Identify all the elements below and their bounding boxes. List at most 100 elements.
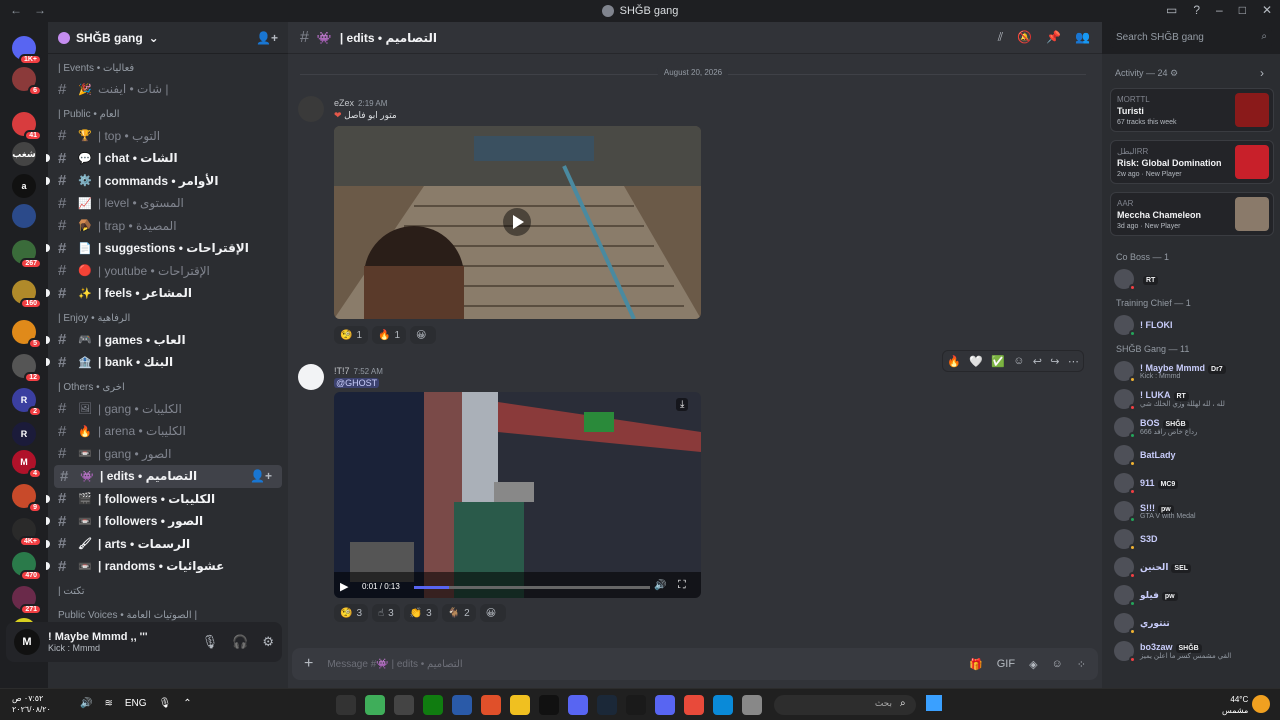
volume-icon[interactable]: 🔊 — [80, 698, 92, 709]
forward-arrow-icon[interactable]: → — [34, 3, 46, 17]
server-icon[interactable]: 470 — [12, 552, 42, 581]
reaction-chip[interactable]: ☝ 3 — [372, 604, 400, 622]
weather-widget[interactable]: 44°C مشمس — [1222, 694, 1248, 716]
maximize-icon[interactable]: □ — [1239, 3, 1246, 17]
emoji-icon[interactable]: ☺ — [1052, 658, 1063, 671]
author-name[interactable]: !T!7 — [334, 366, 350, 376]
server-icon[interactable]: a — [12, 174, 36, 198]
threads-icon[interactable]: ⫽ — [998, 30, 1003, 45]
channel-item[interactable]: # 📼 | randoms • عشوائيات — [46, 555, 288, 578]
taskbar-app-icon[interactable] — [481, 695, 501, 715]
channel-category[interactable]: | Enjoy • الرفاهية — [48, 309, 288, 329]
windows-start-icon[interactable] — [926, 695, 942, 711]
taskbar-app-icon[interactable] — [539, 695, 559, 715]
server-icon[interactable]: 6 — [12, 67, 42, 96]
server-icon[interactable]: 12 — [12, 354, 42, 383]
gear-icon[interactable]: ⚙ — [1170, 68, 1178, 78]
channel-item[interactable]: # 🔥 | arena • الكليبات — [48, 420, 288, 443]
video-attachment[interactable] — [334, 126, 701, 319]
channel-item[interactable]: # 💬 | chat • الشات — [46, 147, 288, 170]
taskbar-app-icon[interactable] — [655, 695, 675, 715]
microphone-icon[interactable]: 🎙 — [159, 698, 172, 709]
play-icon[interactable]: ▶ — [340, 580, 348, 593]
server-icon[interactable]: 9 — [12, 484, 42, 513]
server-icon[interactable]: R2 — [12, 388, 42, 417]
add-attachment-icon[interactable]: + — [304, 655, 313, 673]
channel-item[interactable]: # 🎉 شات • ايفنت | — [48, 78, 288, 101]
apps-icon[interactable]: ⁘ — [1077, 658, 1086, 671]
member-item[interactable]: BOS SHĞB 666 رداع خاص رافد — [1114, 414, 1276, 440]
message-composer[interactable]: + Message #👾 | edits • التصاميم 🎁 GIF ◈ … — [292, 648, 1098, 680]
inbox-icon[interactable]: ▭ — [1166, 3, 1177, 17]
channel-item[interactable]: # 🖌 | arts • الرسمات — [46, 533, 288, 556]
gift-icon[interactable]: 🎁 — [969, 658, 983, 671]
server-icon[interactable]: R — [12, 422, 36, 446]
channel-item[interactable]: # 📄 | suggestions • الإقتراحات — [46, 237, 288, 260]
member-item[interactable]: الحنين SEL — [1114, 554, 1276, 580]
reaction-chip[interactable]: 👏 3 — [403, 604, 438, 622]
seek-bar[interactable] — [414, 586, 650, 589]
taskbar-app-icon[interactable] — [713, 695, 733, 715]
channel-item[interactable]: # 🏦 | bank • البنك — [46, 351, 288, 374]
channel-item[interactable]: # 🎬 | followers • الكليبات — [46, 488, 288, 511]
mention[interactable]: @GHOST — [334, 378, 380, 388]
activity-card[interactable]: AAR Meccha Chameleon 3d ago · New Player — [1110, 192, 1274, 236]
taskbar-app-icon[interactable] — [568, 695, 588, 715]
member-item[interactable]: ! Maybe Mmmd Dr7 Kick : Mmmd — [1114, 358, 1276, 384]
taskbar-app-icon[interactable] — [742, 695, 762, 715]
channel-item[interactable]: # 📈 | level • المستوى — [48, 192, 288, 215]
server-icon[interactable]: 41 — [12, 112, 42, 141]
pin-icon[interactable]: 📌 — [1046, 30, 1061, 45]
member-item[interactable]: RT — [1114, 266, 1276, 292]
taskbar-app-icon[interactable] — [684, 695, 704, 715]
taskbar-app-icon[interactable] — [626, 695, 646, 715]
server-icon[interactable]: 160 — [12, 280, 42, 309]
taskbar-search[interactable]: بحث — [774, 695, 916, 715]
channel-item[interactable]: # 📼 | followers • الصور — [46, 510, 288, 533]
language-indicator[interactable]: ENG — [125, 698, 147, 709]
taskbar-app-icon[interactable] — [423, 695, 443, 715]
channel-item[interactable]: # 🏆 | top • التوب — [48, 125, 288, 148]
server-icon[interactable]: 271 — [12, 586, 42, 615]
taskbar-app-icon[interactable] — [336, 695, 356, 715]
server-icon[interactable]: 4K+ — [12, 518, 42, 547]
taskbar-app-icon[interactable] — [597, 695, 617, 715]
channel-category[interactable]: | Events • فعاليات — [48, 58, 288, 78]
close-icon[interactable]: ✕ — [1262, 3, 1272, 17]
member-item[interactable]: فيلو pw — [1114, 582, 1276, 608]
avatar[interactable] — [298, 364, 324, 390]
channel-item[interactable]: # 🔴 | youtube • الإقتراحات — [48, 260, 288, 283]
channel-item[interactable]: # 🪤 | trap • المصيدة — [48, 215, 288, 238]
taskbar-app-icon[interactable] — [365, 695, 385, 715]
server-icon[interactable]: M4 — [12, 450, 42, 479]
avatar[interactable] — [298, 96, 324, 122]
reaction-chip[interactable]: 😀 — [410, 326, 437, 344]
sticker-icon[interactable]: ◈ — [1029, 658, 1037, 671]
activity-card[interactable]: البطلRR Risk: Global Domination 2w ago · N… — [1110, 140, 1274, 184]
avatar[interactable]: M — [14, 629, 40, 655]
microphone-icon[interactable]: 🎙 — [202, 634, 219, 650]
member-item[interactable]: S3D — [1114, 526, 1276, 552]
reaction-chip[interactable]: 🧐 1 — [334, 326, 369, 344]
gear-icon[interactable]: ⚙ — [262, 634, 274, 650]
member-item[interactable]: S!!! pw GTA V with Medal — [1114, 498, 1276, 524]
server-icon[interactable] — [12, 204, 36, 228]
member-item[interactable]: ! LUKA RT لله ، لله لهللة وزي الخلك شي — [1114, 386, 1276, 412]
member-item[interactable]: تنتوري — [1114, 610, 1276, 636]
guild-header[interactable]: SHĞB gang ⌄ 👤+ — [48, 22, 288, 54]
channel-category[interactable]: | Others • اخرى — [48, 378, 288, 398]
channel-item[interactable]: # 🖼 | gang • الكليبات — [48, 398, 288, 421]
copilot-icon[interactable] — [1252, 695, 1270, 713]
help-icon[interactable]: ? — [1193, 3, 1200, 17]
reaction-chip[interactable]: 🐐 2 — [441, 604, 476, 622]
server-icon[interactable]: شغب — [12, 142, 36, 166]
author-name[interactable]: eZex — [334, 98, 354, 108]
member-item[interactable]: BatLady — [1114, 442, 1276, 468]
chevron-up-icon[interactable]: ⌃ — [183, 698, 191, 709]
taskbar-app-icon[interactable] — [510, 695, 530, 715]
channel-item[interactable]: # 👾 | edits • التصاميم 👤+ — [54, 465, 282, 488]
member-item[interactable]: ! FLOKI — [1114, 312, 1276, 338]
activity-card[interactable]: MORTTL Turisti 67 tracks this week — [1110, 88, 1274, 132]
chevron-right-icon[interactable]: › — [1260, 66, 1264, 80]
video-player[interactable]: ▶ 0:01 / 0:13 🔊 ⛶ ⤓ — [334, 392, 701, 598]
